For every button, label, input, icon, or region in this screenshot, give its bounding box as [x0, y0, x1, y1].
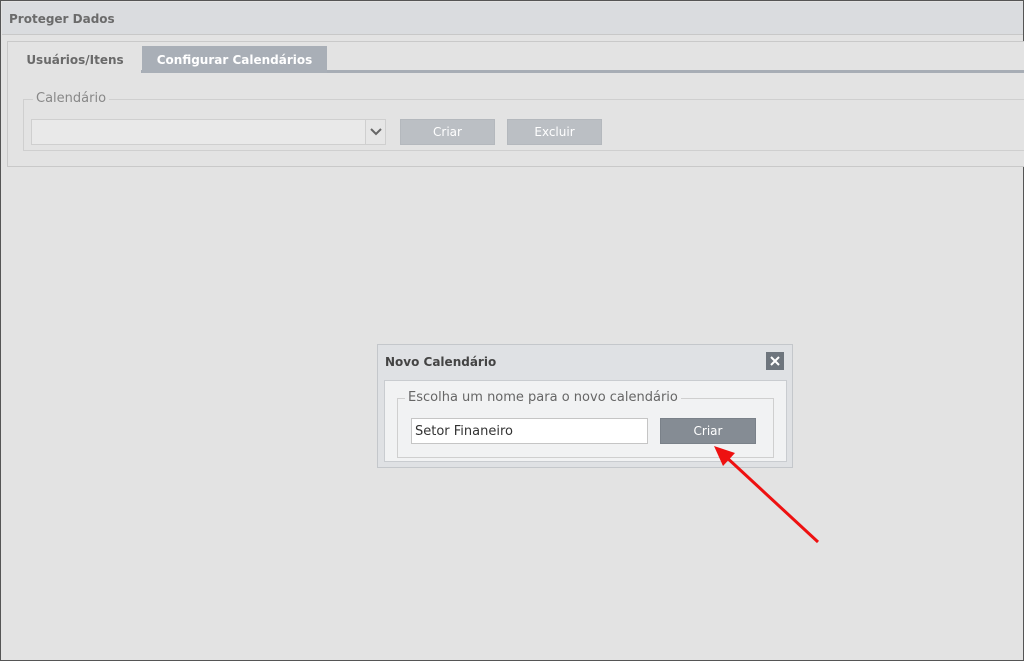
name-field-legend: Escolha um nome para o novo calendário [405, 390, 681, 405]
tab-usuarios-itens[interactable]: Usuários/Itens [9, 46, 141, 73]
dialog-title: Novo Calendário [385, 355, 497, 369]
dialog-create-button[interactable]: Criar [660, 418, 756, 444]
calendar-fieldset: Calendário Criar Excluir [23, 91, 1024, 151]
calendar-name-input[interactable] [411, 418, 648, 444]
dialog-body: Escolha um nome para o novo calendário C… [384, 380, 787, 462]
close-icon[interactable] [766, 352, 784, 370]
app-window: Proteger Dados Usuários/Itens Configurar… [0, 0, 1024, 661]
calendar-legend: Calendário [33, 91, 110, 106]
main-panel: Usuários/Itens Configurar Calendários Ca… [7, 41, 1024, 167]
create-calendar-button[interactable]: Criar [400, 119, 495, 145]
name-fieldset: Escolha um nome para o novo calendário C… [397, 390, 774, 458]
title-bar: Proteger Dados [2, 2, 1023, 35]
window-title: Proteger Dados [9, 12, 115, 26]
calendar-select[interactable] [31, 119, 386, 145]
tab-configurar-calendarios[interactable]: Configurar Calendários [142, 46, 327, 73]
delete-calendar-button[interactable]: Excluir [507, 119, 602, 145]
tab-bar: Usuários/Itens Configurar Calendários [9, 46, 1024, 73]
dialog-header: Novo Calendário [378, 345, 792, 378]
chevron-down-icon[interactable] [365, 120, 385, 144]
new-calendar-dialog: Novo Calendário Escolha um nome para o n… [377, 344, 793, 468]
